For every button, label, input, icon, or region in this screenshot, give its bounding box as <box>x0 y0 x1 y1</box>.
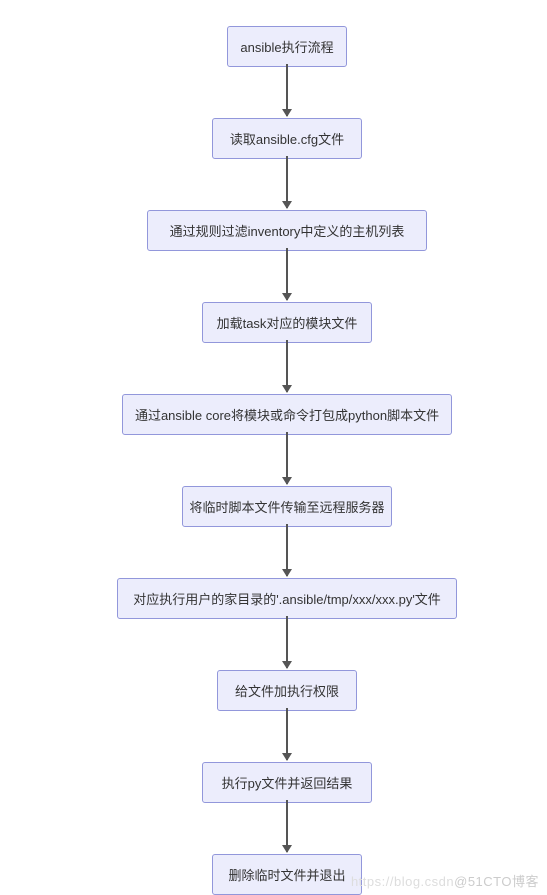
flowchart-container: ansible执行流程 读取ansible.cfg文件 通过规则过滤invent… <box>0 0 547 894</box>
flow-node-4: 加载task对应的模块文件 <box>202 302 372 343</box>
flow-node-5: 通过ansible core将模块或命令打包成python脚本文件 <box>122 394 452 435</box>
watermark-text: https://blog.csdn@51CTO博客 <box>351 871 539 890</box>
flow-arrow <box>286 340 288 392</box>
flow-node-3: 通过规则过滤inventory中定义的主机列表 <box>147 210 427 251</box>
flow-arrow <box>286 616 288 668</box>
flow-node-6: 将临时脚本文件传输至远程服务器 <box>182 486 392 527</box>
flow-arrow <box>286 156 288 208</box>
flow-node-7: 对应执行用户的家目录的'.ansible/tmp/xxx/xxx.py'文件 <box>117 578 457 619</box>
flow-arrow <box>286 432 288 484</box>
flow-arrow <box>286 708 288 760</box>
flow-arrow <box>286 800 288 852</box>
flow-node-10: 删除临时文件并退出 <box>212 854 362 895</box>
watermark-prefix: https://blog.csdn <box>351 874 454 889</box>
flow-node-2: 读取ansible.cfg文件 <box>212 118 362 159</box>
flow-node-9: 执行py文件并返回结果 <box>202 762 372 803</box>
flow-arrow <box>286 524 288 576</box>
watermark-suffix: @51CTO博客 <box>454 874 539 889</box>
flow-arrow <box>286 64 288 116</box>
flow-node-1: ansible执行流程 <box>227 26 347 67</box>
flow-arrow <box>286 248 288 300</box>
flow-node-8: 给文件加执行权限 <box>217 670 357 711</box>
